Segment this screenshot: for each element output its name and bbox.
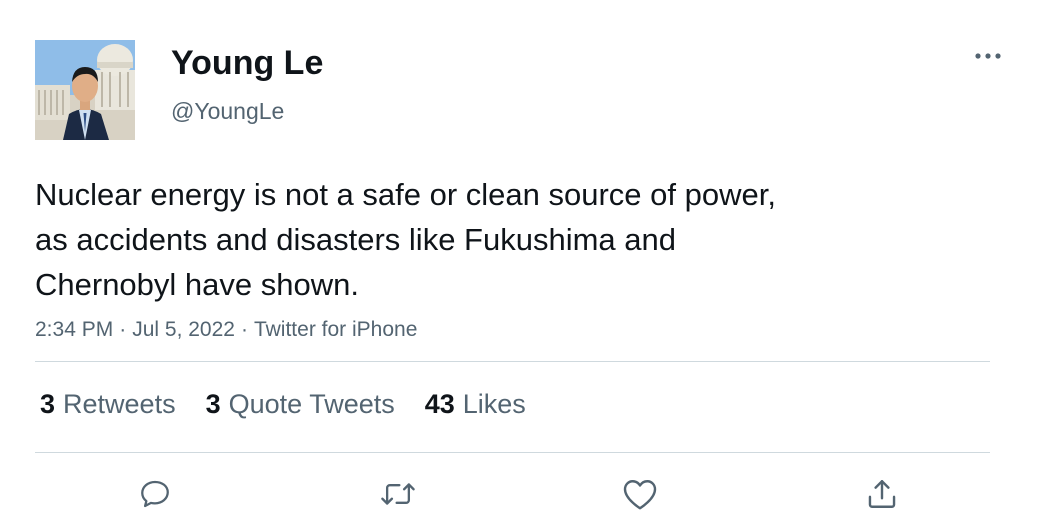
avatar-image (35, 40, 135, 140)
ellipsis-icon (975, 53, 1001, 59)
retweet-button[interactable] (378, 474, 418, 514)
tweet-text-line: Nuclear energy is not a safe or clean so… (35, 177, 776, 212)
retweet-icon (381, 483, 415, 505)
retweets-count: 3 (40, 389, 56, 419)
tweet-text-line: Chernobyl have shown. (35, 267, 359, 302)
avatar[interactable] (35, 40, 135, 140)
share-icon (868, 480, 896, 508)
reply-icon (141, 480, 169, 508)
separator: · (240, 318, 248, 341)
like-button[interactable] (620, 474, 660, 514)
tweet-metadata: 2:34 PM · Jul 5, 2022 · Twitter for iPhone (35, 316, 417, 344)
tweet-time[interactable]: 2:34 PM (35, 318, 113, 341)
likes-label: Likes (462, 389, 526, 419)
display-name[interactable]: Young Le (171, 43, 323, 83)
separator: · (119, 318, 127, 341)
divider (35, 452, 990, 453)
more-options-button[interactable] (970, 44, 1006, 68)
quote-tweets-stat[interactable]: 3 Quote Tweets (206, 386, 395, 422)
tweet-date[interactable]: Jul 5, 2022 (132, 318, 235, 341)
quote-tweets-count: 3 (205, 389, 221, 419)
likes-stat[interactable]: 43 Likes (425, 386, 526, 422)
quote-tweets-label: Quote Tweets (228, 389, 395, 419)
tweet-text-line: as accidents and disasters like Fukushim… (35, 222, 676, 257)
heart-icon (623, 480, 657, 510)
engagement-stats: 3 Retweets 3 Quote Tweets 43 Likes (40, 386, 556, 422)
tweet-text: Nuclear energy is not a safe or clean so… (35, 172, 935, 307)
retweets-stat[interactable]: 3 Retweets (40, 386, 176, 422)
reply-button[interactable] (135, 474, 175, 514)
tweet-source[interactable]: Twitter for iPhone (254, 318, 417, 341)
divider (35, 361, 990, 362)
user-handle[interactable]: @YoungLe (171, 96, 284, 126)
likes-count: 43 (424, 389, 455, 419)
share-button[interactable] (862, 474, 902, 514)
retweets-label: Retweets (63, 389, 176, 419)
